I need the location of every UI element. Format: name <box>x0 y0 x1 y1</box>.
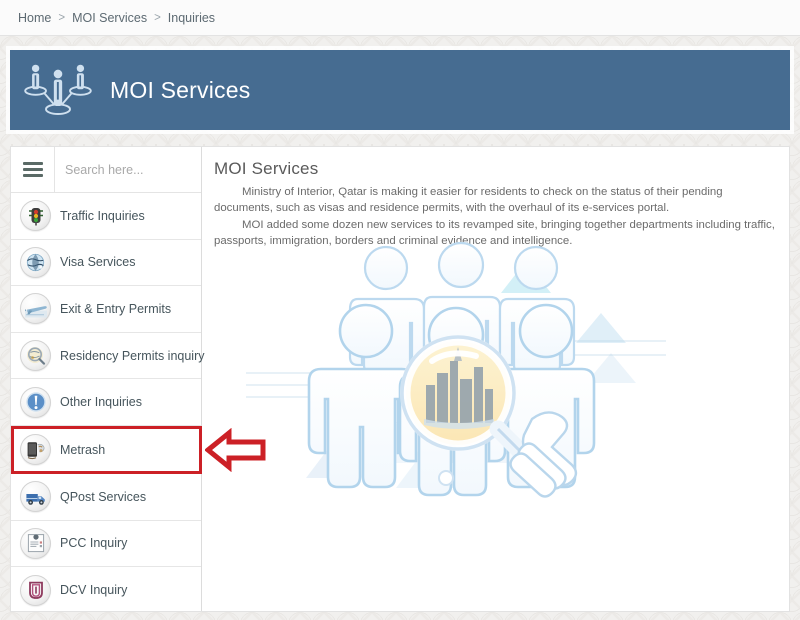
sidebar-item-visa-services[interactable]: Visa Services <box>11 240 201 287</box>
people-magnifier-city-illustration <box>246 241 666 498</box>
sidebar-item-label: DCV Inquiry <box>60 583 128 598</box>
globe-visa-icon <box>20 246 51 278</box>
breadcrumb-item-inquiries[interactable]: Inquiries <box>168 11 215 25</box>
left-pointing-arrow-icon <box>205 428 266 472</box>
sidebar-item-other-inquiries[interactable]: Other Inquiries <box>11 379 201 426</box>
page-title: MOI Services <box>214 159 319 178</box>
traffic-light-icon <box>20 200 51 232</box>
banner-title: MOI Services <box>110 76 251 103</box>
airplane-icon <box>20 293 51 325</box>
main-card: Traffic Inquiries Visa Services <box>10 146 790 612</box>
sidebar-item-pcc-inquiry[interactable]: PCC Inquiry <box>11 521 201 568</box>
page-banner: MOI Services <box>10 50 790 130</box>
sidebar-item-label: Residency Permits inquiry <box>60 348 205 363</box>
sidebar-item-label: Traffic Inquiries <box>60 208 145 223</box>
content-pane: MOI Services Ministry of Interior, Qatar… <box>202 147 789 611</box>
sidebar-item-label: Visa Services <box>60 255 136 270</box>
sidebar-item-metrash[interactable]: Metrash <box>11 425 202 474</box>
people-network-icon <box>24 64 92 115</box>
mobile-device-icon <box>20 434 51 466</box>
document-card-icon <box>20 574 51 606</box>
delivery-van-icon <box>20 481 51 513</box>
hamburger-menu-icon[interactable] <box>11 147 55 192</box>
breadcrumb-item-moi-services[interactable]: MOI Services <box>72 11 147 25</box>
intro-paragraph-1: Ministry of Interior, Qatar is making it… <box>214 186 723 214</box>
sidebar-item-traffic-inquiries[interactable]: Traffic Inquiries <box>11 193 201 240</box>
sidebar-item-label: Other Inquiries <box>60 395 142 410</box>
magnifier-globe-icon <box>20 340 51 372</box>
certificate-document-icon <box>20 527 51 559</box>
sidebar-item-label: Metrash <box>60 442 106 457</box>
sidebar: Traffic Inquiries Visa Services <box>11 146 228 614</box>
breadcrumb-separator: > <box>154 11 161 24</box>
sidebar-item-label: QPost Services <box>60 489 147 504</box>
sidebar-item-label: Exit & Entry Permits <box>60 301 172 316</box>
sidebar-item-exit-entry-permits[interactable]: Exit & Entry Permits <box>11 286 201 333</box>
sidebar-item-dcv-inquiry[interactable]: DCV Inquiry <box>11 567 201 614</box>
breadcrumb-separator: > <box>58 11 66 24</box>
breadcrumb: Home > MOI Services > Inquiries <box>0 0 800 36</box>
breadcrumb-item-home[interactable]: Home <box>18 11 51 25</box>
search-row <box>11 146 228 193</box>
exclamation-mark-icon <box>20 386 51 418</box>
sidebar-item-residency-permits-inquiry[interactable]: Residency Permits inquiry <box>11 333 205 380</box>
sidebar-item-qpost-services[interactable]: QPost Services <box>11 474 201 521</box>
sidebar-item-label: PCC Inquiry <box>60 536 128 551</box>
